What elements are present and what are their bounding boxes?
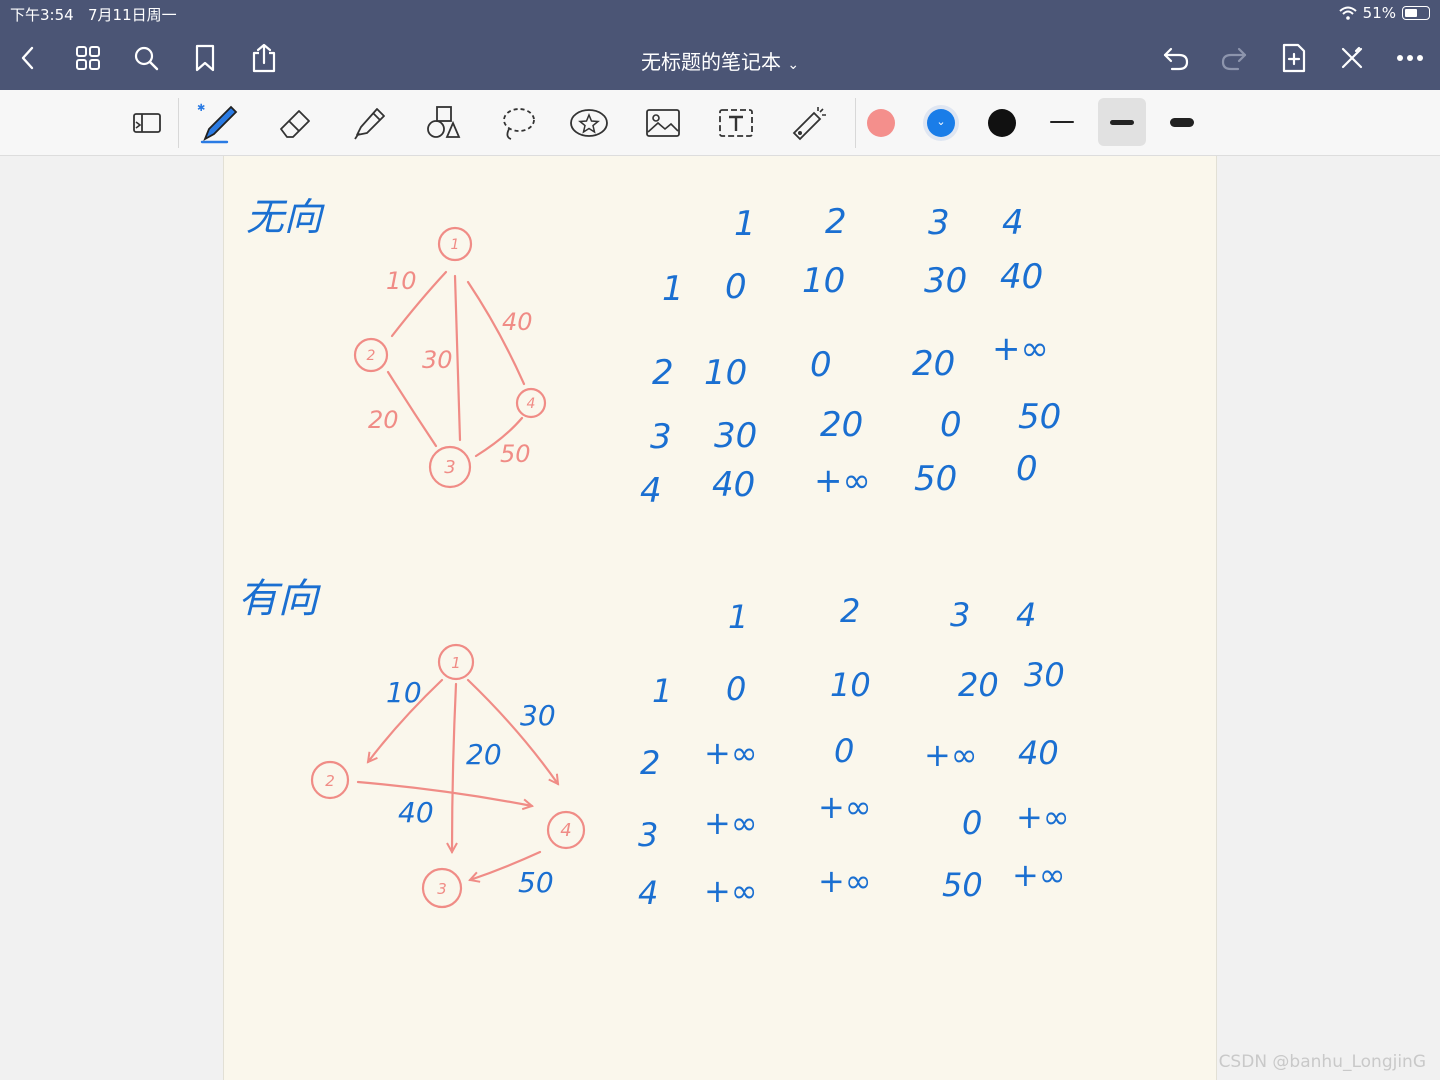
- color-swatch-pink[interactable]: [867, 109, 895, 137]
- stroke-width-medium[interactable]: [1098, 98, 1146, 146]
- laser-pointer-tool[interactable]: [786, 100, 832, 146]
- thin-stroke-icon: [1050, 121, 1074, 123]
- highlighter-icon: [354, 108, 385, 140]
- shapes-icon: [427, 106, 461, 138]
- back-icon: [21, 46, 34, 70]
- lasso-tool[interactable]: [494, 100, 540, 146]
- search-icon: [134, 46, 159, 71]
- laser-pointer-icon: [792, 107, 826, 141]
- status-time: 下午3:54 7月11日周一: [10, 4, 177, 25]
- redo-icon: [1221, 47, 1247, 71]
- lasso-icon: [503, 108, 535, 140]
- wifi-icon: [1338, 6, 1357, 20]
- watermark: CSDN @banhu_LongjinG: [1218, 1052, 1426, 1072]
- stroke-width-thick[interactable]: [1158, 98, 1206, 146]
- pen-tool[interactable]: ✱: [196, 100, 242, 146]
- eraser-icon: [280, 110, 310, 138]
- medium-stroke-icon: [1110, 119, 1134, 125]
- eraser-tool[interactable]: [272, 100, 318, 146]
- highlighter-tool[interactable]: [346, 100, 392, 146]
- pen-icon: ✱: [197, 103, 238, 144]
- back-button[interactable]: [10, 40, 46, 76]
- undo-button[interactable]: [1158, 40, 1194, 76]
- read-mode-icon: [133, 113, 161, 133]
- drawing-toolbar: ✱ ⌄: [0, 90, 1440, 156]
- top-bar: 下午3:54 7月11日周一 51% 无标题的笔记本 ⌄: [0, 0, 1440, 90]
- text-tool[interactable]: [713, 100, 759, 146]
- status-indicators: 51%: [1338, 4, 1430, 22]
- exit-pen-mode-button[interactable]: [1334, 40, 1370, 76]
- status-clock: 下午3:54: [10, 6, 74, 24]
- bookmark-button[interactable]: [187, 40, 223, 76]
- svg-text:✱: ✱: [197, 103, 205, 114]
- grid-icon: [76, 46, 100, 70]
- notebook-title-text: 无标题的笔记本: [640, 50, 781, 74]
- battery-icon: [1402, 6, 1430, 20]
- image-tool[interactable]: [640, 100, 686, 146]
- chevron-down-icon: ⌄: [787, 57, 800, 73]
- color-swatch-blue[interactable]: ⌄: [923, 105, 959, 141]
- note-page[interactable]: [223, 156, 1217, 1080]
- thick-stroke-icon: [1170, 117, 1194, 127]
- more-button[interactable]: [1392, 40, 1428, 76]
- notebook-title-button[interactable]: 无标题的笔记本 ⌄: [641, 50, 799, 74]
- chevron-down-icon: ⌄: [936, 115, 946, 128]
- toolbar-divider: [855, 98, 856, 148]
- notes-app: 下午3:54 7月11日周一 51% 无标题的笔记本 ⌄ ✱ ⌄ 无向 1 2 …: [0, 0, 1440, 1080]
- add-page-icon: [1282, 43, 1306, 73]
- search-button[interactable]: [128, 40, 164, 76]
- sticker-icon: [570, 109, 608, 137]
- close-pen-icon: [1341, 46, 1363, 69]
- shape-tool[interactable]: [420, 100, 466, 146]
- thumbnails-button[interactable]: [70, 40, 106, 76]
- color-swatch-black[interactable]: [988, 109, 1016, 137]
- bookmark-icon: [195, 44, 215, 72]
- status-date: 7月11日周一: [88, 6, 177, 24]
- text-box-icon: [719, 109, 753, 137]
- image-icon: [646, 109, 680, 137]
- read-only-mode-button[interactable]: [124, 100, 170, 146]
- redo-button[interactable]: [1216, 40, 1252, 76]
- selected-color-indicator: ⌄: [927, 109, 955, 137]
- share-icon: [252, 43, 276, 73]
- add-page-button[interactable]: [1276, 40, 1312, 76]
- more-icon: [1397, 55, 1423, 61]
- battery-percent: 51%: [1362, 4, 1396, 22]
- sticker-tool[interactable]: [566, 100, 612, 146]
- stroke-width-thin[interactable]: [1038, 98, 1086, 146]
- undo-icon: [1163, 47, 1189, 71]
- share-button[interactable]: [246, 40, 282, 76]
- toolbar-divider: [178, 98, 179, 148]
